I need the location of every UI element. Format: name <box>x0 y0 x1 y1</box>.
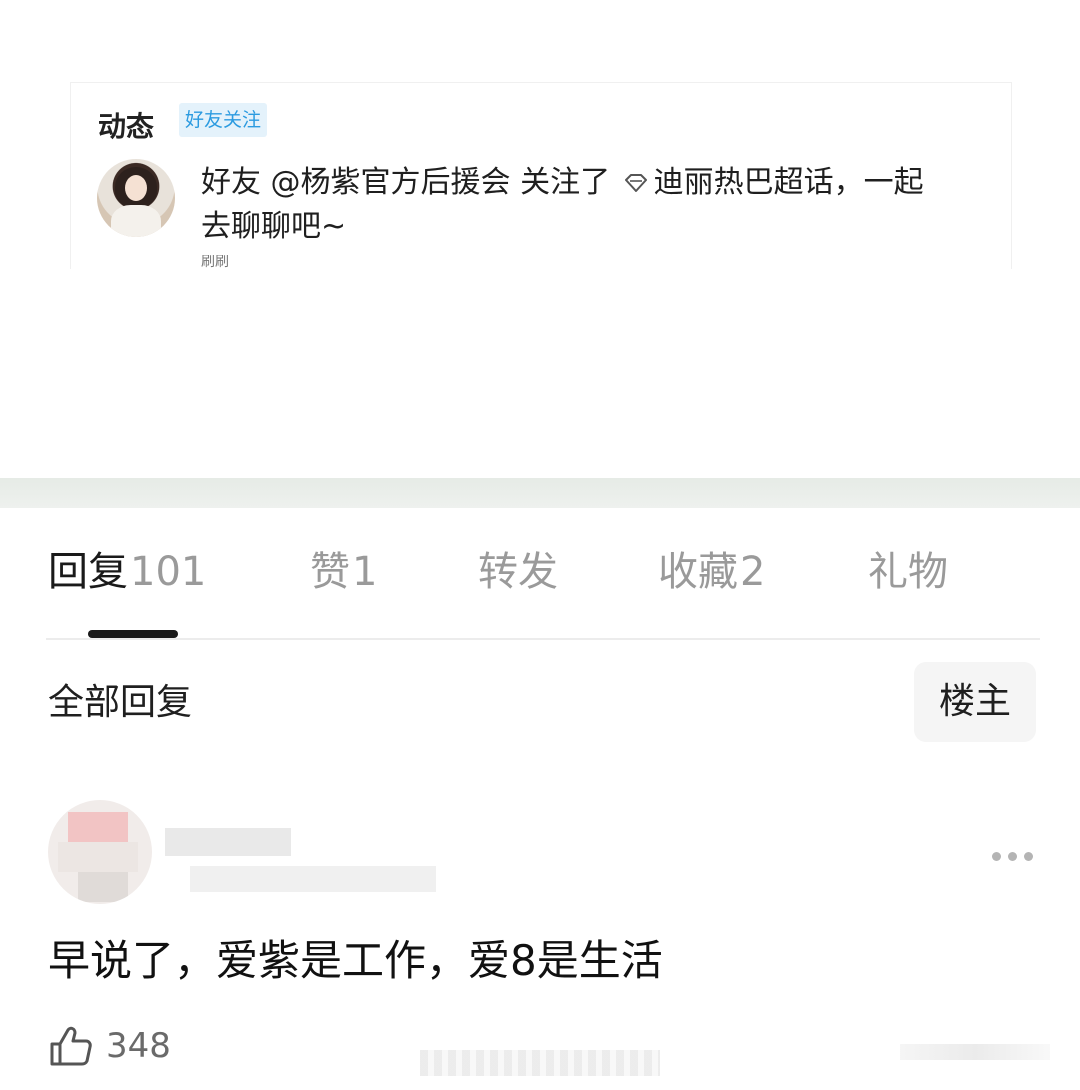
tab-label: 赞 <box>310 549 350 595</box>
tab-label: 转发 <box>478 549 558 595</box>
tabs-divider <box>46 638 1040 640</box>
blurred-username[interactable] <box>165 828 291 856</box>
blurred-meta <box>190 866 436 892</box>
partial-text: 刷刷 <box>201 255 229 269</box>
avatar-body <box>111 205 161 237</box>
avatar[interactable] <box>97 159 175 237</box>
tab-bar: 回复101 赞1 转发 收藏2 礼物 <box>0 540 1080 610</box>
avatar-blur-block <box>68 812 128 842</box>
avatar-blur-block <box>58 842 138 872</box>
diamond-icon <box>624 174 647 192</box>
tab-replies[interactable]: 回复101 <box>48 540 206 604</box>
tab-likes[interactable]: 赞1 <box>310 540 377 604</box>
all-replies-label[interactable]: 全部回复 <box>48 680 192 726</box>
commenter-avatar[interactable] <box>48 800 152 904</box>
tab-label: 礼物 <box>868 549 948 595</box>
avatar-face <box>125 175 147 201</box>
section-divider <box>0 478 1080 508</box>
tab-count: 2 <box>740 549 766 595</box>
card-title: 动态 <box>98 110 155 143</box>
tab-count: 101 <box>130 549 207 595</box>
tab-count: 1 <box>352 549 378 595</box>
thumbs-up-icon[interactable] <box>48 1024 94 1068</box>
tab-label: 收藏 <box>658 549 738 595</box>
comment-text: 早说了，爱紫是工作，爱8是生活 <box>48 936 663 985</box>
tab-label: 回复 <box>48 549 128 595</box>
message-line2: 去聊聊吧~ <box>201 209 347 244</box>
topic-link[interactable]: 迪丽热巴超话 <box>654 165 834 200</box>
post-content-area: 动态 好友关注 好友 @杨紫官方后援会 关注了 迪丽热巴超话，一起 去聊聊吧~ … <box>0 0 1080 478</box>
message-tail: ，一起 <box>833 165 924 200</box>
op-only-button[interactable]: 楼主 <box>914 662 1036 742</box>
avatar-blur-block <box>78 872 128 902</box>
tab-gifts[interactable]: 礼物 <box>868 540 950 604</box>
activity-message: 好友 @杨紫官方后援会 关注了 迪丽热巴超话，一起 去聊聊吧~ <box>201 161 991 249</box>
more-options-icon[interactable] <box>990 848 1036 864</box>
activity-card[interactable]: 动态 好友关注 好友 @杨紫官方后援会 关注了 迪丽热巴超话，一起 去聊聊吧~ … <box>70 82 1012 269</box>
like-count: 348 <box>106 1026 171 1066</box>
tab-favorites[interactable]: 收藏2 <box>658 540 765 604</box>
tab-reposts[interactable]: 转发 <box>478 540 560 604</box>
active-tab-indicator <box>88 630 178 638</box>
message-line1: 好友 @杨紫官方后援会 关注了 <box>201 165 611 200</box>
friend-follow-badge: 好友关注 <box>179 103 268 137</box>
watermark <box>900 1044 1050 1060</box>
watermark <box>420 1050 660 1076</box>
